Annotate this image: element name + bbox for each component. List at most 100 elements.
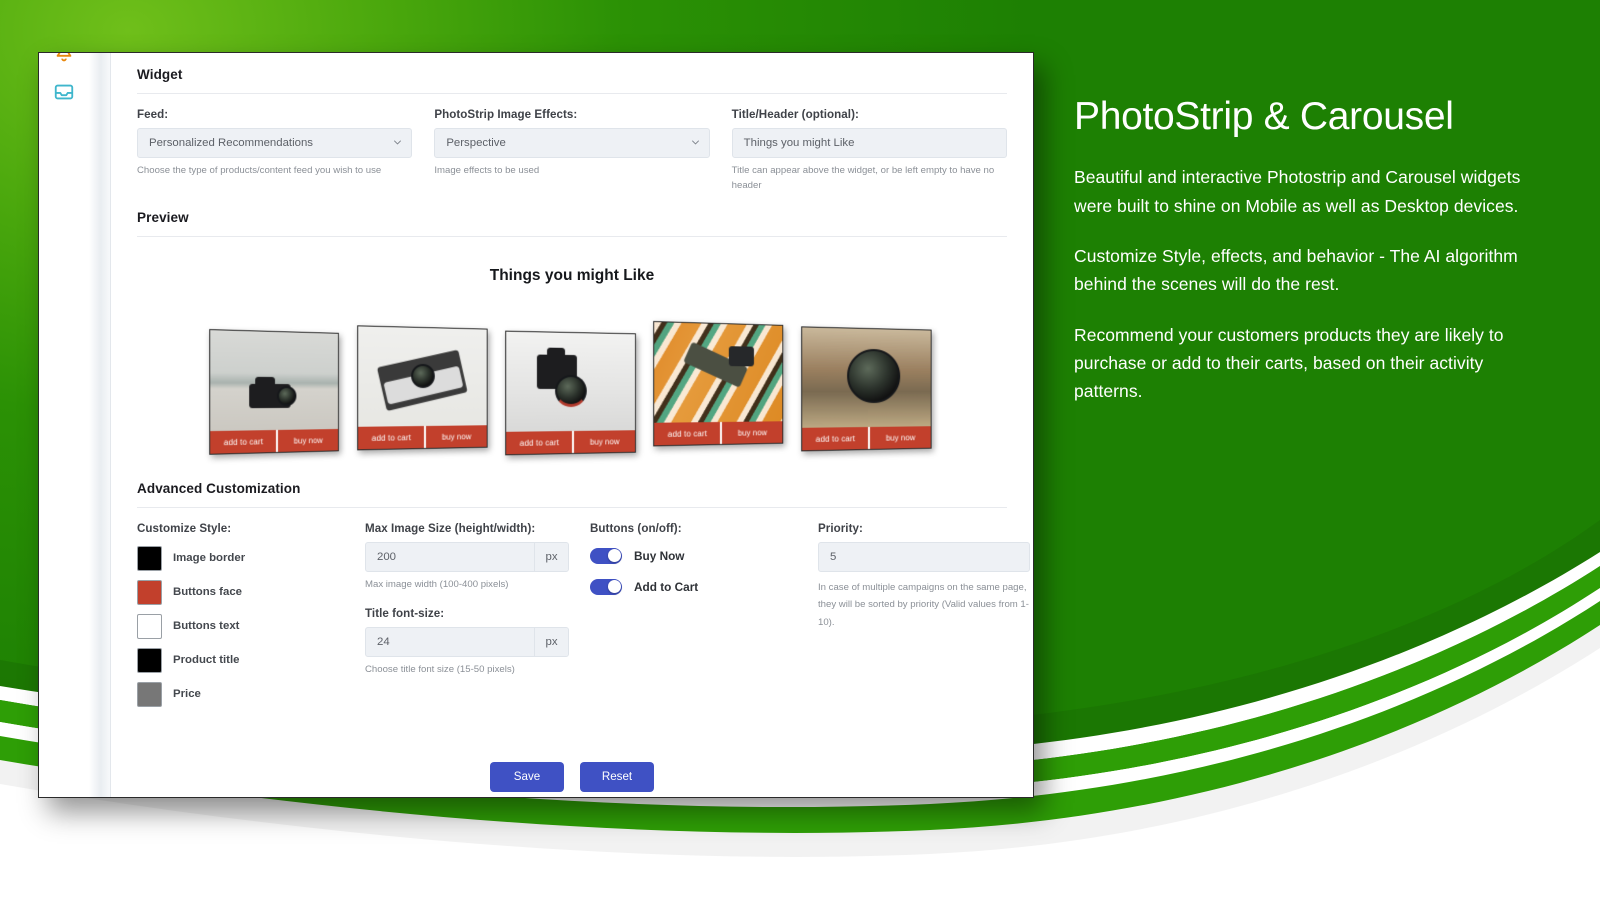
buy-now-button[interactable]: buy now (424, 424, 487, 448)
app-window: Widget Feed: Personalized Recommendation… (38, 52, 1034, 798)
add-to-cart-toggle[interactable] (590, 578, 622, 595)
add-to-cart-button[interactable]: add to cart (654, 422, 720, 445)
title-input-value: Things you might Like (743, 137, 855, 149)
add-to-cart-button[interactable]: add to cart (506, 431, 572, 454)
card-buttons: add to cart buy now (506, 429, 636, 455)
product-image (506, 331, 636, 432)
color-swatch[interactable] (137, 647, 162, 673)
add-to-cart-toggle-label: Add to Cart (634, 579, 699, 594)
photostrip-preview: add to cart buy now add to cart buy now … (137, 305, 1007, 456)
add-to-cart-toggle-row[interactable]: Add to Cart (590, 578, 818, 595)
priority-group: Priority: 5 In case of multiple campaign… (818, 522, 1030, 716)
title-font-size-value: 24 (377, 635, 390, 648)
widget-section-title: Widget (137, 67, 183, 82)
card-buttons: add to cart buy now (654, 420, 783, 446)
chevron-down-icon (691, 140, 699, 145)
buy-now-toggle-row[interactable]: Buy Now (590, 547, 818, 564)
max-image-size-input[interactable]: 200 px (365, 541, 569, 572)
add-to-cart-button[interactable]: add to cart (210, 430, 276, 454)
title-font-size-hint: Choose title font size (15-50 pixels) (365, 663, 515, 675)
title-input[interactable]: Things you might Like (731, 128, 1007, 158)
buttons-onoff-label: Buttons (on/off): (590, 521, 682, 535)
customize-style-label: Customize Style: (137, 521, 232, 535)
title-hint: Title can appear above the widget, or be… (731, 165, 995, 191)
priority-hint: In case of multiple campaigns on the sam… (818, 581, 1029, 629)
swatch-label: Buttons face (173, 586, 242, 599)
widget-preview-heading: Things you might Like (489, 266, 655, 284)
product-card[interactable]: add to cart buy now (505, 330, 636, 456)
unit-px: px (534, 627, 568, 656)
swatch-label: Price (173, 688, 201, 701)
promo-paragraph-1: Beautiful and interactive Photostrip and… (1074, 167, 1521, 216)
color-swatch[interactable] (137, 613, 162, 639)
save-button[interactable]: Save (490, 761, 564, 792)
divider (137, 235, 1007, 237)
promo-heading: PhotoStrip & Carousel (1074, 95, 1454, 138)
color-swatch[interactable] (137, 681, 162, 707)
form-actions: Save Reset (137, 761, 1007, 792)
advanced-grid: Customize Style: Image border Buttons fa… (137, 508, 1030, 716)
sidebar-gutter (89, 53, 111, 797)
reset-button[interactable]: Reset (580, 761, 654, 792)
buy-now-button[interactable]: buy now (868, 425, 931, 449)
icon-rail (39, 53, 89, 797)
effects-hint: Image effects to be used (434, 165, 540, 176)
promo-panel: PhotoStrip & Carousel Beautiful and inte… (1074, 96, 1544, 428)
title-field-group: Title/Header (optional): Things you migh… (731, 108, 1007, 194)
advanced-title: Advanced Customization (137, 480, 301, 496)
priority-label: Priority: (818, 521, 863, 535)
bell-icon[interactable] (53, 52, 75, 65)
effects-select-value: Perspective (446, 137, 506, 149)
buy-now-button[interactable]: buy now (276, 428, 338, 452)
max-image-size-hint: Max image width (100-400 pixels) (365, 578, 509, 590)
widget-form-row: Feed: Personalized Recommendations Choos… (137, 94, 1007, 194)
card-buttons: add to cart buy now (802, 425, 931, 451)
title-font-size-input[interactable]: 24 px (365, 626, 569, 657)
unit-px: px (534, 542, 568, 571)
card-buttons: add to cart buy now (358, 424, 487, 450)
swatch-row[interactable]: Price (137, 681, 365, 707)
feed-hint: Choose the type of products/content feed… (137, 165, 382, 176)
promo-paragraph-2: Customize Style, effects, and behavior -… (1074, 246, 1518, 295)
buy-now-toggle-label: Buy Now (634, 548, 685, 563)
buy-now-toggle[interactable] (590, 547, 622, 564)
buy-now-button[interactable]: buy now (720, 420, 783, 444)
feed-field-group: Feed: Personalized Recommendations Choos… (137, 108, 413, 194)
promo-paragraph-3: Recommend your customers products they a… (1074, 324, 1504, 402)
feed-select-value: Personalized Recommendations (149, 137, 313, 149)
preview-header: Preview (137, 194, 1007, 237)
priority-value: 5 (830, 550, 837, 563)
color-swatch[interactable] (137, 579, 162, 605)
product-image (210, 329, 338, 431)
priority-input[interactable]: 5 (818, 541, 1030, 572)
effects-label: PhotoStrip Image Effects: (434, 108, 578, 121)
max-image-size-value: 200 (377, 550, 397, 563)
product-card[interactable]: add to cart buy now (357, 325, 488, 451)
product-card[interactable]: add to cart buy now (653, 320, 784, 447)
buy-now-button[interactable]: buy now (572, 429, 636, 453)
swatch-label: Buttons text (173, 620, 240, 633)
add-to-cart-button[interactable]: add to cart (358, 426, 424, 449)
effects-select[interactable]: Perspective (434, 128, 710, 158)
buttons-group: Buttons (on/off): Buy Now Add to Cart (590, 522, 818, 716)
card-buttons: add to cart buy now (210, 428, 338, 454)
feed-select[interactable]: Personalized Recommendations (137, 128, 413, 158)
title-font-size-label: Title font-size: (365, 606, 445, 620)
swatch-row[interactable]: Buttons text (137, 613, 365, 639)
size-group: Max Image Size (height/width): 200 px Ma… (365, 522, 590, 716)
add-to-cart-button[interactable]: add to cart (802, 427, 868, 450)
swatch-label: Image border (173, 552, 246, 565)
customize-style-group: Customize Style: Image border Buttons fa… (137, 522, 365, 716)
preview-title: Preview (137, 209, 189, 225)
product-card[interactable]: add to cart buy now (209, 328, 339, 455)
product-image (654, 321, 783, 423)
inbox-icon[interactable] (53, 81, 75, 103)
color-swatch[interactable] (137, 545, 162, 571)
effects-field-group: PhotoStrip Image Effects: Perspective Im… (434, 108, 710, 194)
swatch-row[interactable]: Buttons face (137, 579, 365, 605)
product-card[interactable]: add to cart buy now (801, 326, 932, 452)
product-image (802, 327, 931, 428)
swatch-row[interactable]: Image border (137, 545, 365, 571)
chevron-down-icon (394, 140, 402, 145)
swatch-row[interactable]: Product title (137, 647, 365, 673)
